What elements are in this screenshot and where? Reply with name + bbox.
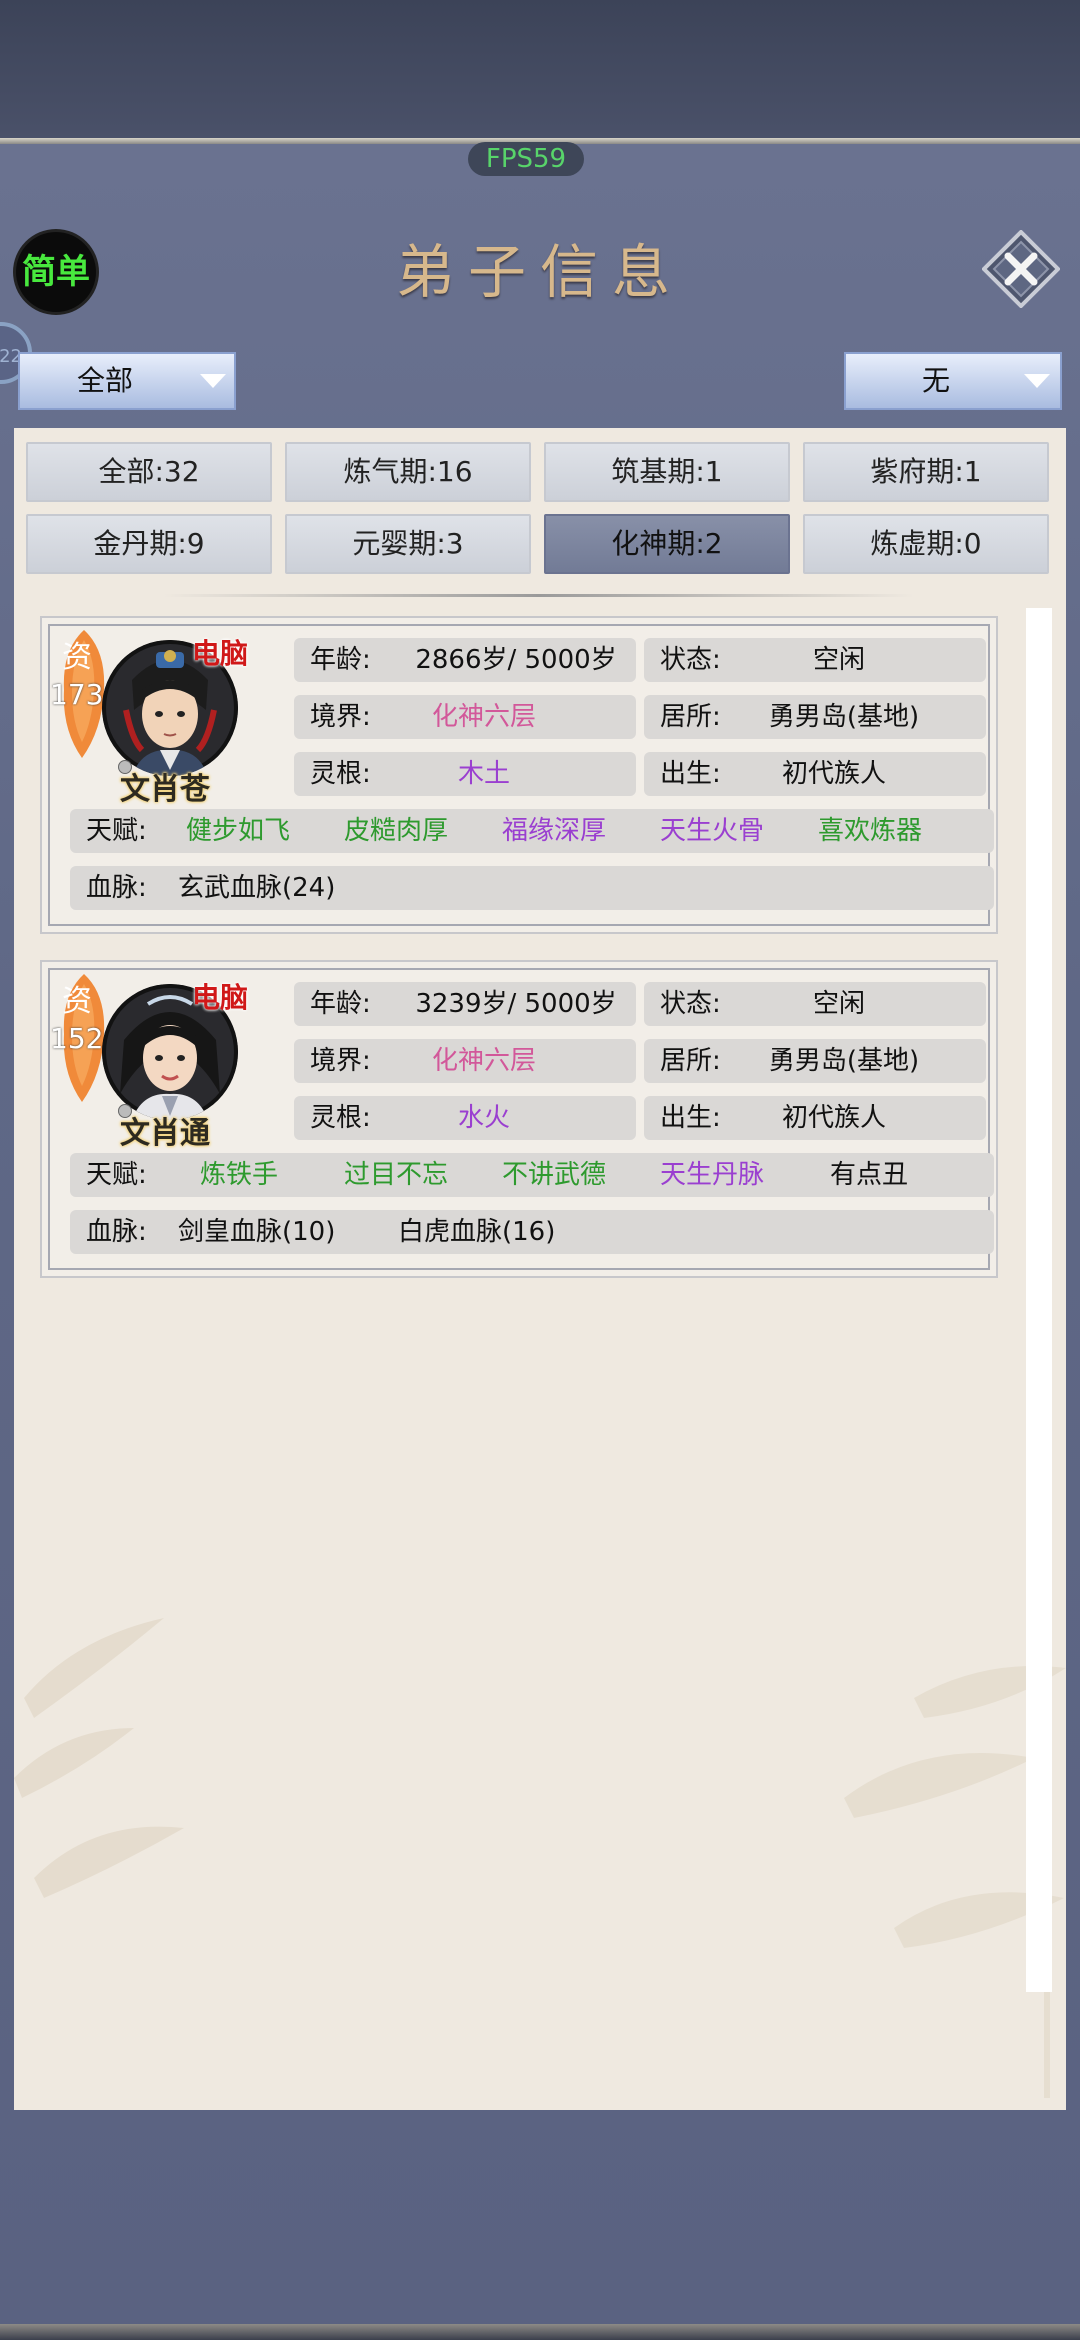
sort-dropdown-label: 无 [921,364,950,397]
residence-label: 居所: [660,1046,721,1076]
difficulty-simple-button[interactable]: 简单 [16,232,96,312]
divider [164,594,914,597]
close-x-icon[interactable] [982,230,1060,308]
realm-tab-all[interactable]: 全部:32 [26,442,272,502]
realm-tab-purple[interactable]: 紫府期:1 [803,442,1049,502]
bloodline-tag[interactable]: 玄武血脉(24) [178,866,335,910]
aptitude-value: 152 [50,1022,104,1055]
talent-tag[interactable]: 福缘深厚 [502,809,606,853]
residence-value: 勇男岛(基地) [768,1046,920,1076]
talent-tag[interactable]: 过目不忘 [344,1153,448,1197]
talent-row: 天赋: 健步如飞 皮糙肉厚 福缘深厚 天生火骨 喜欢炼器 [70,809,994,853]
realm-label: 境界: [310,702,371,732]
status-label: 状态: [660,645,721,675]
bloodline-row: 血脉: 剑皇血脉(10) 白虎血脉(16) [70,1210,994,1254]
list-scrollbar[interactable] [1026,608,1052,1992]
realm-value: 化神六层 [431,702,536,732]
origin-label: 出生: [660,1103,721,1133]
status-field: 状态: 空闲 [644,638,986,682]
realm-tab-spirit[interactable]: 化神期:2 [544,514,790,574]
realm-tab-nascent-soul[interactable]: 元婴期:3 [285,514,531,574]
origin-field: 出生: 初代族人 [644,752,986,796]
age-value: 2866岁/ 5000岁 [415,645,617,675]
talent-label: 天赋: [86,816,147,846]
talent-tag[interactable]: 天生火骨 [660,809,764,853]
status-value: 空闲 [812,989,865,1019]
spirit-root-value: 木土 [457,759,510,789]
origin-value: 初代族人 [781,759,886,789]
top-bar [0,0,1080,138]
origin-value: 初代族人 [781,1103,886,1133]
triangle-down-icon [1024,374,1050,388]
talent-row: 天赋: 炼铁手 过目不忘 不讲武德 天生丹脉 有点丑 [70,1153,994,1197]
realm-value: 化神六层 [431,1046,536,1076]
talent-label: 天赋: [86,1160,147,1190]
bloodline-label: 血脉: [86,1217,147,1247]
talent-tag[interactable]: 不讲武德 [502,1153,606,1197]
realm-tab-foundation[interactable]: 筑基期:1 [544,442,790,502]
spirit-root-field: 灵根: 水火 [294,1096,636,1140]
talent-tag[interactable]: 天生丹脉 [660,1153,764,1197]
age-label: 年龄: [310,989,371,1019]
spirit-root-value: 水火 [457,1103,510,1133]
disciple-card[interactable]: 资 173 电脑 文肖苍 年龄: 2866岁/ 5000岁 状态: 空闲 境界:… [40,616,998,934]
residence-value: 勇男岛(基地) [768,702,920,732]
talent-tag[interactable]: 喜欢炼器 [818,809,922,853]
sort-dropdown[interactable]: 无 [844,352,1062,410]
realm-label: 境界: [310,1046,371,1076]
talent-tag[interactable]: 有点丑 [830,1153,908,1197]
spirit-root-field: 灵根: 木土 [294,752,636,796]
bloodline-label: 血脉: [86,873,147,903]
card-border: 资 152 电脑 文肖通 年龄: 3239岁/ 5000岁 状态: 空闲 境界:… [48,968,994,1270]
talent-tag[interactable]: 健步如飞 [186,809,290,853]
page-title: 弟子信息 [395,238,684,306]
origin-field: 出生: 初代族人 [644,1096,986,1140]
age-value: 3239岁/ 5000岁 [415,989,617,1019]
talent-tag[interactable]: 皮糙肉厚 [344,809,448,853]
card-border: 资 173 电脑 文肖苍 年龄: 2866岁/ 5000岁 状态: 空闲 境界:… [48,624,994,926]
disciple-panel: 全部:32 炼气期:16 筑基期:1 紫府期:1 金丹期:9 元婴期:3 化神期… [14,428,1066,2110]
fps-counter: FPS59 [468,142,584,176]
bloodline-tag[interactable]: 白虎血脉(16) [398,1210,555,1254]
bloodline-row: 血脉: 玄武血脉(24) [70,866,994,910]
residence-field: 居所: 勇男岛(基地) [644,1039,986,1083]
talent-tag[interactable]: 炼铁手 [200,1153,278,1197]
realm-tab-qi[interactable]: 炼气期:16 [285,442,531,502]
ai-controlled-tag: 电脑 [192,637,249,670]
category-dropdown-label: 全部 [76,364,133,397]
residence-label: 居所: [660,702,721,732]
status-label: 状态: [660,989,721,1019]
age-field: 年龄: 3239岁/ 5000岁 [294,982,636,1026]
spirit-root-label: 灵根: [310,1103,371,1133]
bamboo-decoration [14,1618,184,1898]
window-bottom-rim [0,2324,1080,2340]
spirit-root-label: 灵根: [310,759,371,789]
realm-field: 境界: 化神六层 [294,1039,636,1083]
age-field: 年龄: 2866岁/ 5000岁 [294,638,636,682]
age-label: 年龄: [310,645,371,675]
disciple-card[interactable]: 资 152 电脑 文肖通 年龄: 3239岁/ 5000岁 状态: 空闲 境界:… [40,960,998,1278]
ai-controlled-tag: 电脑 [192,981,249,1014]
disciple-name: 文肖苍 [120,772,210,807]
origin-label: 出生: [660,759,721,789]
realm-field: 境界: 化神六层 [294,695,636,739]
aptitude-value: 173 [50,678,104,711]
category-dropdown[interactable]: 全部 [18,352,236,410]
realm-tab-void[interactable]: 炼虚期:0 [803,514,1049,574]
status-value: 空闲 [812,645,865,675]
status-field: 状态: 空闲 [644,982,986,1026]
bloodline-tag[interactable]: 剑皇血脉(10) [178,1210,335,1254]
aptitude-label: 资 [62,984,92,1019]
realm-tab-golden-core[interactable]: 金丹期:9 [26,514,272,574]
disciple-name: 文肖通 [120,1116,210,1151]
residence-field: 居所: 勇男岛(基地) [644,695,986,739]
triangle-down-icon [200,374,226,388]
aptitude-label: 资 [62,640,92,675]
